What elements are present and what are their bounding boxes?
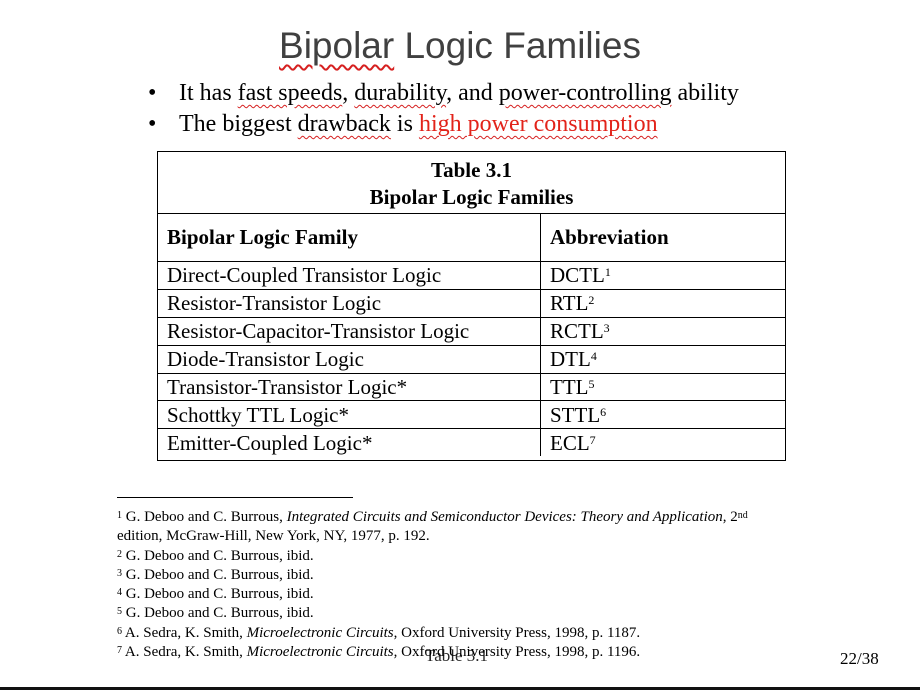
- title-bipolar-underlined: Bipolar: [279, 25, 395, 66]
- table-caption-number: Table 3.1: [431, 158, 512, 182]
- header-abbreviation: Abbreviation: [540, 214, 785, 262]
- footnote-4: 4 G. Deboo and C. Burrous, ibid.: [117, 586, 314, 603]
- abbr-cell: RCTL3: [540, 317, 785, 346]
- table-row: Schottky TTL Logic* STTL6: [158, 400, 785, 430]
- family-cell: Emitter-Coupled Logic*: [158, 428, 541, 457]
- table-overlay-label: Table 3.1: [425, 646, 489, 665]
- title-rest: Logic Families: [394, 25, 641, 66]
- footnote-ref: 4: [590, 349, 597, 364]
- bullet-dot-icon: •: [148, 80, 157, 106]
- family-cell: Transistor-Transistor Logic*: [158, 373, 541, 402]
- page-number: 22/38: [840, 649, 879, 668]
- table-header-row: Bipolar Logic Family Abbreviation: [158, 214, 785, 262]
- family-cell: Diode-Transistor Logic: [158, 345, 541, 374]
- table-row: Emitter-Coupled Logic* ECL7: [158, 428, 785, 457]
- footnote-1: 1 G. Deboo and C. Burrous, Integrated Ci…: [117, 509, 748, 525]
- table-row: Transistor-Transistor Logic* TTL5: [158, 373, 785, 402]
- underlined-durability: durability: [354, 80, 447, 106]
- abbr-cell: DTL4: [540, 345, 785, 374]
- table-row: Diode-Transistor Logic DTL4: [158, 345, 785, 374]
- footnotes: 1 G. Deboo and C. Burrous, Integrated Ci…: [117, 508, 837, 662]
- bullet-dot-icon: •: [148, 111, 157, 137]
- bullet-item-drawback: • The biggest drawback is high power cons…: [148, 109, 739, 140]
- slide-title: Bipolar Logic Families: [0, 22, 920, 70]
- table-caption: Table 3.1 Bipolar Logic Families: [158, 152, 785, 214]
- bullet-item-speed: • It has fast speeds, durability, and pow…: [148, 78, 739, 109]
- footnote-2: 2 G. Deboo and C. Burrous, ibid.: [117, 547, 314, 564]
- table-caption-title: Bipolar Logic Families: [369, 185, 574, 209]
- footnote-6: 6 A. Sedra, K. Smith, Microelectronic Ci…: [117, 624, 641, 641]
- footnote-ref: 2: [588, 293, 595, 308]
- footnote-ref: 6: [600, 404, 607, 419]
- family-cell: Direct-Coupled Transistor Logic: [158, 261, 541, 290]
- header-family: Bipolar Logic Family: [158, 214, 541, 262]
- footnote-separator: [117, 497, 353, 498]
- table-row: Resistor-Transistor Logic RTL2: [158, 289, 785, 318]
- abbr-cell: TTL5: [540, 373, 785, 402]
- underlined-power-controlling: power-controlling: [498, 80, 672, 106]
- footnote-ref: 3: [603, 321, 610, 336]
- bullet-list: • It has fast speeds, durability, and pow…: [148, 78, 739, 140]
- abbr-cell: STTL6: [540, 400, 785, 430]
- footnote-ref: 5: [588, 377, 595, 391]
- highlight-high-power-consumption: high power consumption: [418, 111, 658, 137]
- underlined-drawback: drawback: [297, 111, 391, 137]
- abbr-cell: ECL7: [550, 430, 596, 455]
- abbr-cell: RTL2: [540, 289, 785, 318]
- underlined-fast-speeds: fast speeds: [237, 80, 343, 106]
- family-cell: Resistor-Capacitor-Transistor Logic: [158, 317, 541, 346]
- footnote-3: 3 G. Deboo and C. Burrous, ibid.: [117, 566, 314, 583]
- family-cell: Resistor-Transistor Logic: [158, 289, 541, 318]
- footnote-ref: 1: [604, 265, 611, 280]
- families-grid: Bipolar Logic Family Abbreviation Direct…: [158, 214, 785, 457]
- abbr-cell: DCTL1: [540, 261, 785, 290]
- bipolar-families-table: Table 3.1 Bipolar Logic Families Bipolar…: [157, 151, 786, 461]
- footnote-1-continued: edition, McGraw-Hill, New York, NY, 1977…: [117, 528, 430, 545]
- family-cell: Schottky TTL Logic*: [158, 400, 541, 430]
- footnote-5: 5 G. Deboo and C. Burrous, ibid.: [117, 605, 314, 622]
- table-row: Resistor-Capacitor-Transistor Logic RCTL3: [158, 317, 785, 346]
- footnote-ref: 7: [589, 432, 596, 447]
- table-row: Direct-Coupled Transistor Logic DCTL1: [158, 261, 785, 290]
